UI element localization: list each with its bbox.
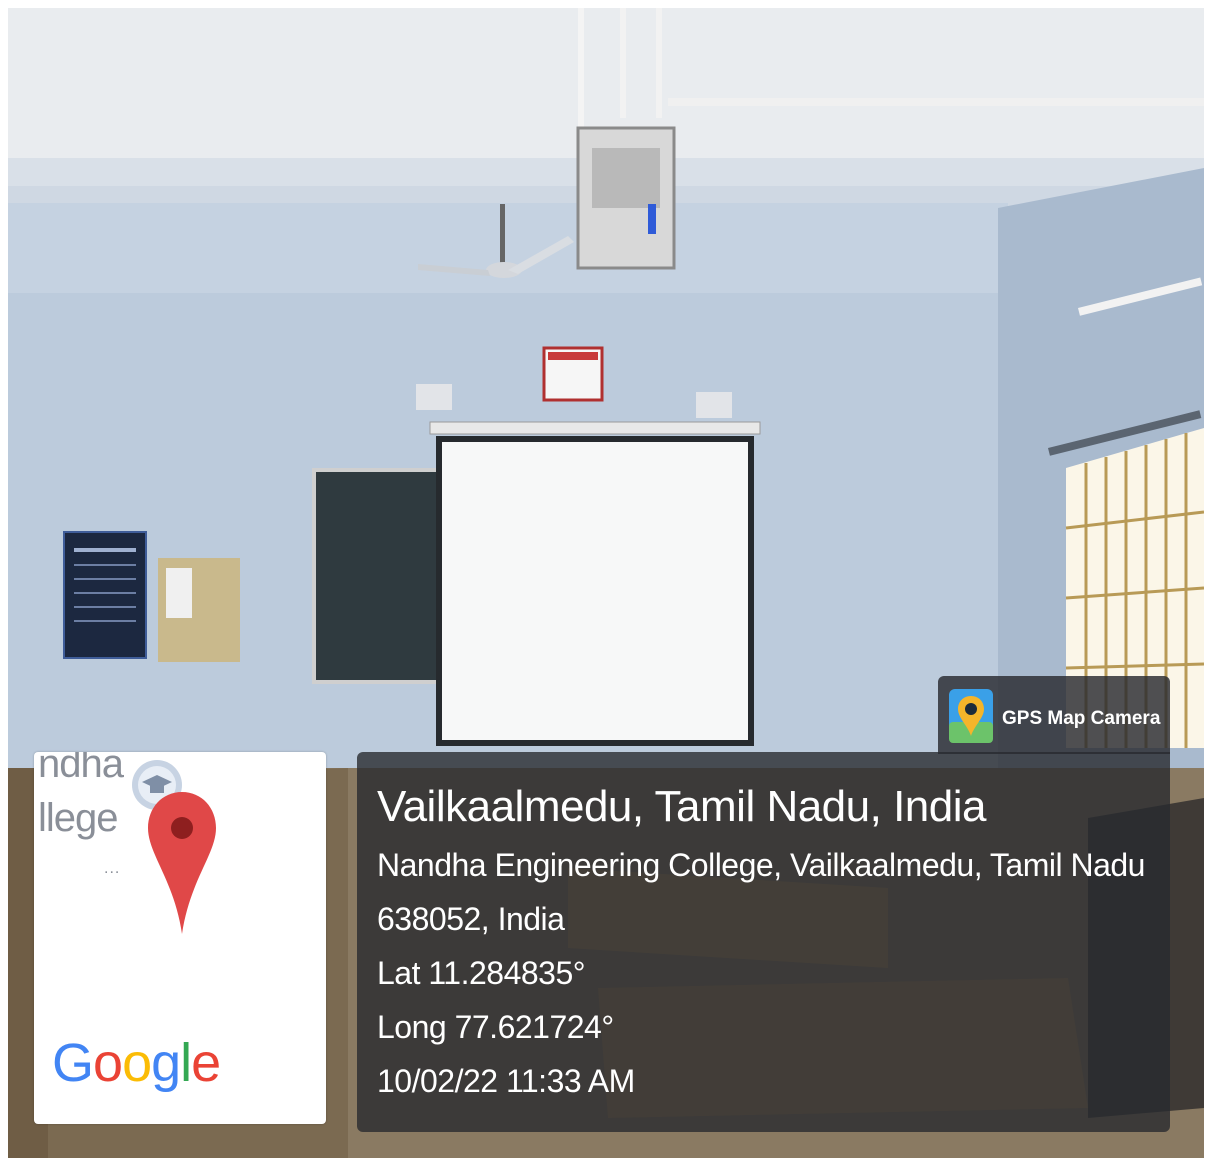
latitude-text: Lat 11.284835°: [377, 955, 586, 991]
google-logo-letter: l: [180, 1033, 192, 1093]
geotagged-photo: ndha llege ... Google GPS Map Camera Vai…: [0, 0, 1209, 1163]
map-thumbnail[interactable]: ndha llege ... Google: [34, 752, 326, 1124]
map-place-label: ndha: [38, 752, 124, 786]
map-pin-icon: [148, 792, 216, 934]
google-logo-letter: o: [93, 1033, 123, 1093]
google-logo-letter: G: [52, 1033, 94, 1093]
google-logo-letter: g: [151, 1033, 181, 1093]
longitude-text: Long 77.621724°: [377, 1009, 614, 1045]
google-logo-letter: o: [122, 1033, 152, 1093]
gps-camera-app-icon: [949, 689, 993, 743]
google-logo: Google: [52, 1032, 221, 1094]
map-ellipsis: ...: [104, 860, 121, 877]
google-logo-letter: e: [191, 1033, 221, 1093]
address-line: Nandha Engineering College, Vailkaalmedu…: [377, 847, 1145, 883]
map-place-label: llege: [38, 796, 119, 840]
location-title: Vailkaalmedu, Tamil Nadu, India: [377, 782, 987, 831]
gps-camera-label: GPS Map Camera: [1002, 708, 1161, 729]
timestamp-text: 10/02/22 11:33 AM: [377, 1063, 635, 1099]
address-line: 638052, India: [377, 901, 565, 937]
gps-camera-badge: GPS Map Camera: [938, 676, 1170, 754]
location-info-panel: Vailkaalmedu, Tamil Nadu, India Nandha E…: [357, 752, 1170, 1132]
